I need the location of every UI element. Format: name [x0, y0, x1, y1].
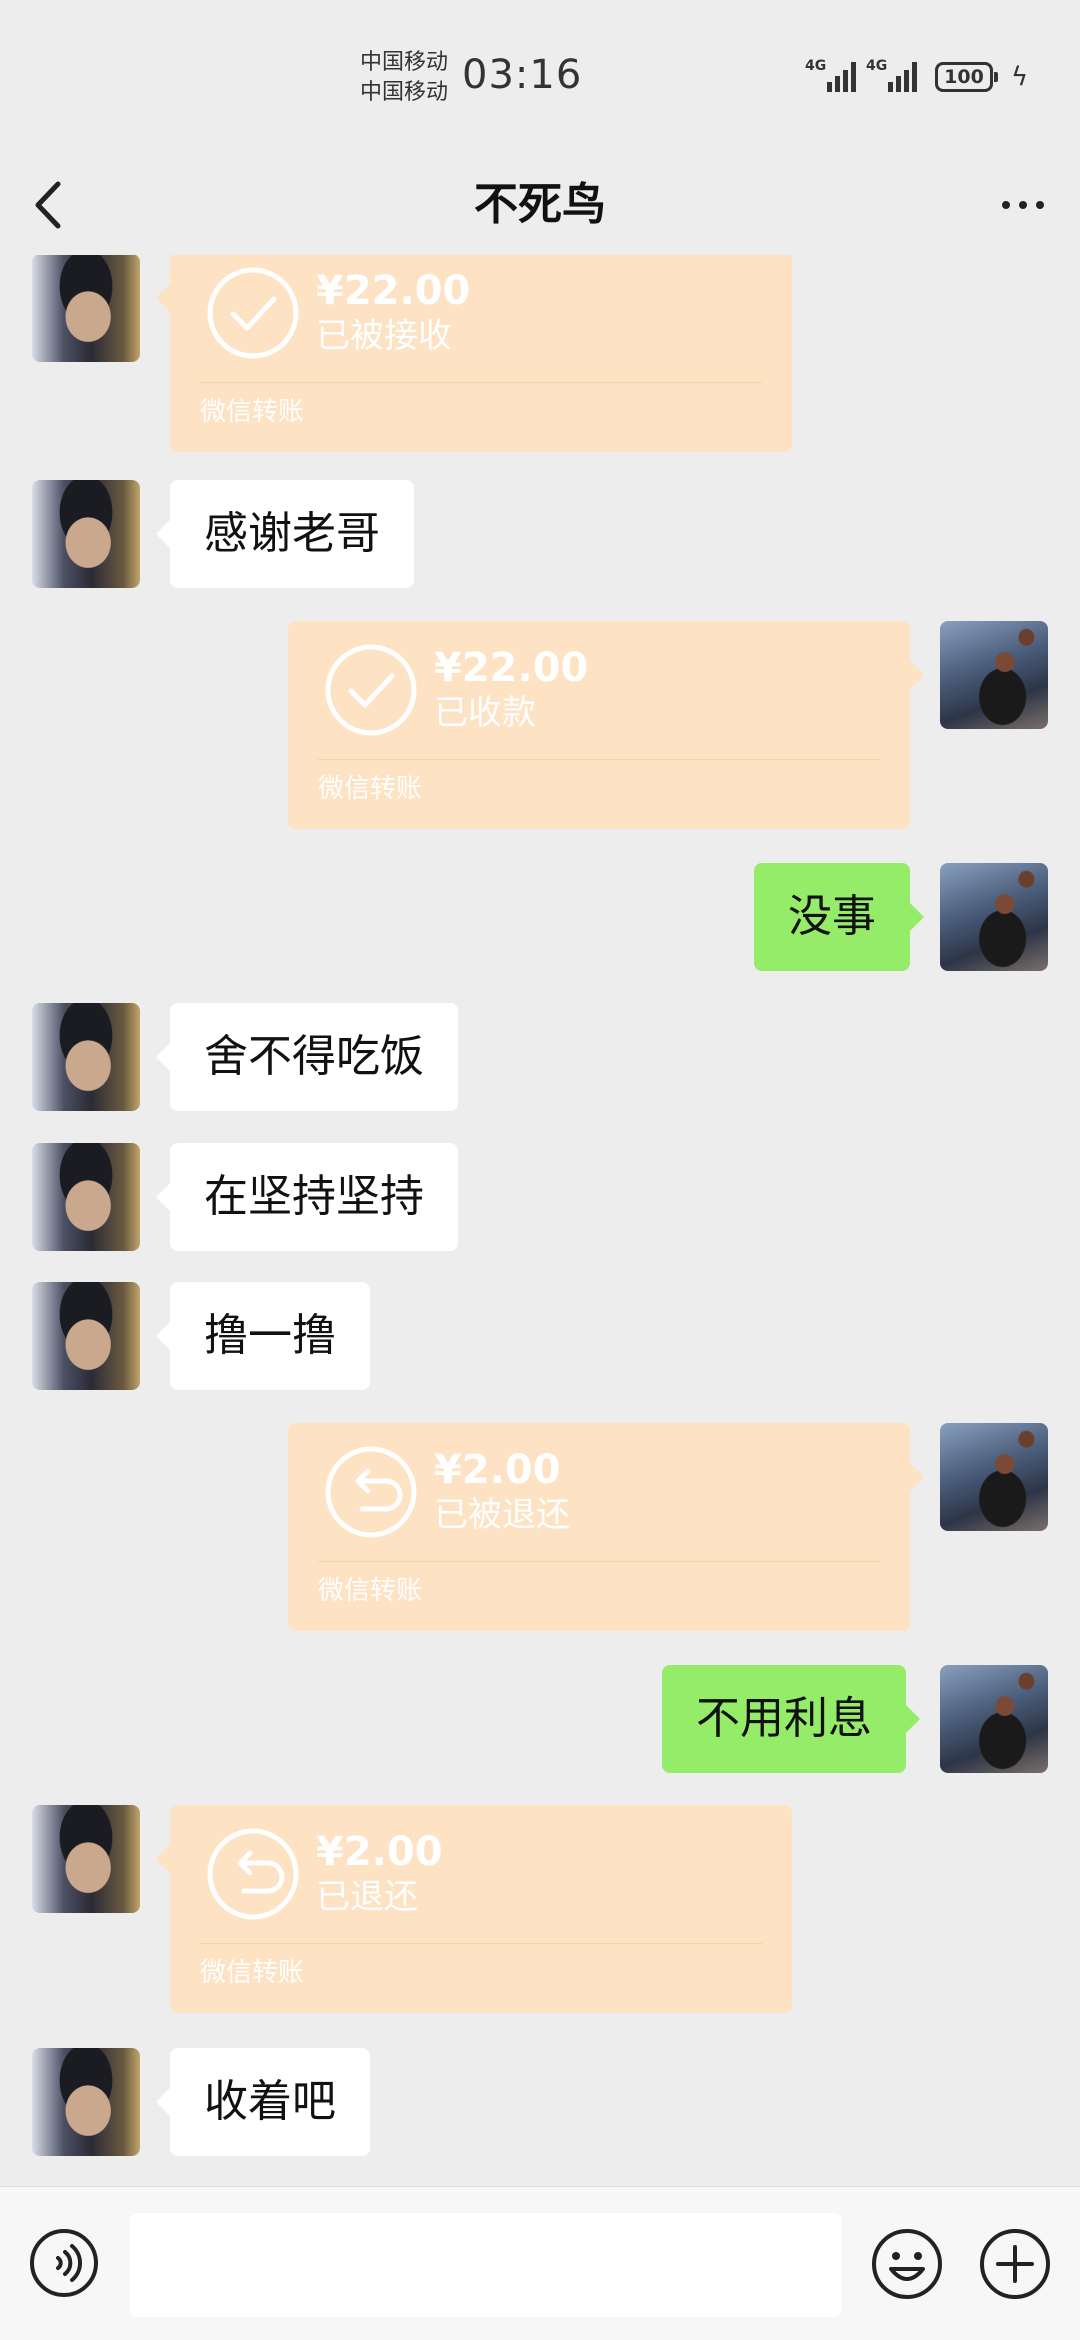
message-bubble-outgoing[interactable]: 没事: [754, 863, 924, 971]
transfer-amount: ¥22.00: [434, 645, 589, 691]
signal-indicators: 4G 4G 100 ϟ: [805, 58, 1028, 92]
more-dot-icon: [1002, 201, 1010, 209]
transfer-amount: ¥2.00: [316, 1829, 443, 1875]
transfer-footer: 微信转账: [318, 1576, 423, 1606]
transfer-amount: ¥22.00: [316, 268, 471, 314]
contact-avatar[interactable]: [32, 1143, 140, 1251]
message-bubble-incoming[interactable]: 感谢老哥: [156, 480, 414, 588]
network-type-2: 4G: [866, 58, 888, 74]
chat-header: 不死鸟: [0, 150, 1080, 260]
chat-title: 不死鸟: [474, 179, 606, 230]
transfer-card[interactable]: ¥2.00 已被退还 微信转账: [288, 1423, 924, 1631]
message-bubble-incoming[interactable]: 收着吧: [156, 2048, 370, 2156]
transfer-card[interactable]: ¥2.00 已退还 微信转账: [156, 1805, 792, 2013]
contact-avatar[interactable]: [32, 255, 140, 362]
contact-avatar[interactable]: [32, 1805, 140, 1913]
check-icon: [207, 267, 299, 359]
message-bubble-incoming[interactable]: 在坚持坚持: [156, 1143, 458, 1251]
more-dot-icon: [1019, 201, 1027, 209]
contact-avatar[interactable]: [32, 1003, 140, 1111]
return-icon: [207, 1828, 299, 1920]
input-bar: [0, 2186, 1080, 2340]
carrier-1: 中国移动: [360, 50, 449, 75]
message-input[interactable]: [130, 2213, 842, 2317]
battery-icon: 100: [935, 62, 998, 92]
signal-icon-1: 4G: [805, 58, 856, 92]
transfer-status: 已退还: [316, 1877, 418, 1917]
plus-icon[interactable]: [978, 2227, 1052, 2301]
my-avatar[interactable]: [940, 1423, 1048, 1531]
transfer-footer: 微信转账: [200, 397, 305, 427]
transfer-divider: [200, 382, 762, 383]
transfer-status: 已被退还: [434, 1495, 570, 1535]
contact-avatar[interactable]: [32, 1282, 140, 1390]
my-avatar[interactable]: [940, 1665, 1048, 1773]
charging-icon: ϟ: [1011, 62, 1029, 92]
my-avatar[interactable]: [940, 863, 1048, 971]
transfer-status: 已被接收: [316, 316, 452, 356]
transfer-amount: ¥2.00: [434, 1447, 561, 1493]
transfer-footer: 微信转账: [200, 1958, 305, 1988]
transfer-footer: 微信转账: [318, 774, 423, 804]
transfer-status: 已收款: [434, 693, 536, 733]
transfer-divider: [200, 1943, 762, 1944]
carrier-2: 中国移动: [360, 80, 449, 105]
more-options-button[interactable]: [988, 170, 1058, 240]
transfer-card[interactable]: ¥22.00 已收款 微信转账: [288, 621, 924, 829]
message-list[interactable]: ¥22.00 已被接收 微信转账 感谢老哥 ¥22.00 已收款 微信转账 没事…: [0, 255, 1080, 2185]
voice-icon[interactable]: [28, 2227, 100, 2299]
emoji-icon[interactable]: [870, 2227, 944, 2301]
network-type-1: 4G: [805, 58, 827, 74]
my-avatar[interactable]: [940, 621, 1048, 729]
transfer-divider: [318, 1561, 880, 1562]
check-icon: [325, 644, 417, 736]
contact-avatar[interactable]: [32, 480, 140, 588]
carrier-labels: 中国移动 中国移动: [360, 48, 448, 108]
return-icon: [325, 1446, 417, 1538]
more-dot-icon: [1036, 201, 1044, 209]
signal-icon-2: 4G: [866, 58, 917, 92]
message-bubble-incoming[interactable]: 舍不得吃饭: [156, 1003, 458, 1111]
status-time: 03:16: [462, 52, 583, 98]
contact-avatar[interactable]: [32, 2048, 140, 2156]
status-bar: 中国移动 中国移动 03:16 4G 4G 100 ϟ: [0, 0, 1080, 150]
transfer-divider: [318, 759, 880, 760]
transfer-card[interactable]: ¥22.00 已被接收 微信转账: [156, 255, 792, 452]
message-bubble-incoming[interactable]: 撸一撸: [156, 1282, 370, 1390]
message-bubble-outgoing[interactable]: 不用利息: [662, 1665, 920, 1773]
